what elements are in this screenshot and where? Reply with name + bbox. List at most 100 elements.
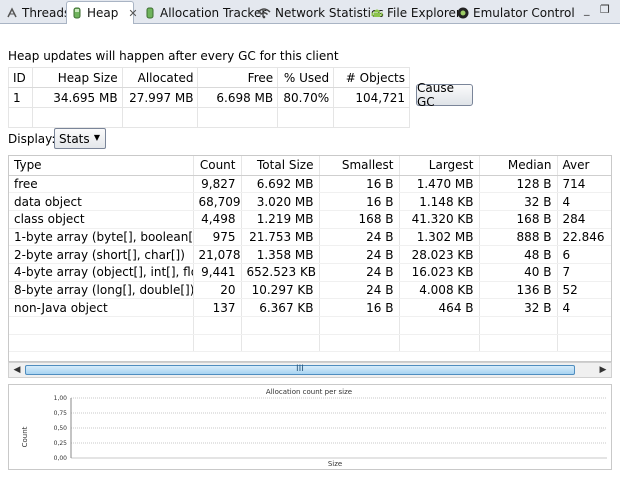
- android-icon: [371, 7, 383, 19]
- tab-bar: Threads Heap ✕ Allocation Tracker Networ…: [0, 0, 620, 24]
- table-row[interactable]: 2-byte array (short[], char[]) 21,078 1.35…: [9, 245, 611, 264]
- col-allocated[interactable]: Allocated: [121, 67, 199, 88]
- col-count[interactable]: Count: [193, 156, 242, 176]
- tab-label: Emulator Control: [473, 6, 575, 20]
- scroll-right-icon[interactable]: ▶: [596, 364, 610, 376]
- cell-average: 4: [557, 192, 611, 211]
- cell-largest: 41.320 KB: [399, 210, 480, 229]
- chart-title: Allocation count per size: [266, 388, 352, 396]
- cell-type: 4-byte array (object[], int[], float[]): [9, 263, 194, 282]
- col-smallest[interactable]: Smallest: [319, 156, 400, 176]
- summary-row[interactable]: 1 34.695 MB 27.997 MB 6.698 MB 80.70% 10…: [8, 87, 410, 108]
- summary-id: 1: [8, 87, 33, 108]
- col-average[interactable]: Aver: [557, 156, 611, 176]
- emulator-icon: [457, 7, 469, 19]
- col-largest[interactable]: Largest: [399, 156, 480, 176]
- y-tick-label: 0,50: [54, 425, 68, 432]
- cell-largest: 1.470 MB: [399, 175, 480, 194]
- cell-largest: 1.302 MB: [399, 228, 480, 247]
- y-tick-label: 0,25: [54, 440, 68, 447]
- cell-type: non-Java object: [9, 298, 194, 317]
- cell-total-size: 6.692 MB: [241, 175, 320, 194]
- summary-heap-size: 34.695 MB: [31, 87, 123, 108]
- cell-median: 136 B: [479, 281, 558, 300]
- cell-smallest: 24 B: [319, 245, 400, 264]
- y-tick-label: 0,00: [54, 455, 68, 462]
- stats-table: Type Count Total Size Smallest Largest M…: [9, 156, 611, 353]
- cell-average: 284: [557, 210, 611, 229]
- tab-emulator-control[interactable]: Emulator Control: [453, 2, 579, 24]
- table-row[interactable]: 4-byte array (object[], int[], float[])9…: [9, 263, 611, 282]
- summary-objects: 104,721: [333, 87, 410, 108]
- cell-median: 48 B: [479, 245, 558, 264]
- cell-average: 52: [557, 281, 611, 300]
- tab-threads[interactable]: Threads: [2, 2, 74, 24]
- cell-largest: 16.023 KB: [399, 263, 480, 282]
- display-label: Display:: [8, 132, 56, 146]
- cell-smallest: 24 B: [319, 228, 400, 247]
- tab-label: File Explorer: [387, 6, 461, 20]
- cell-median: 168 B: [479, 210, 558, 229]
- col-type[interactable]: Type: [9, 156, 194, 176]
- tab-label: Allocation Tracker: [160, 6, 267, 20]
- cell-total-size: 3.020 MB: [241, 192, 320, 211]
- table-row[interactable]: 8-byte array (long[], double[]) 20 10.297 …: [9, 281, 611, 300]
- threads-icon: [6, 7, 18, 19]
- chart-ylabel: Count: [21, 426, 29, 447]
- y-tick-label: 1,00: [54, 395, 68, 402]
- tab-allocation-tracker[interactable]: Allocation Tracker: [140, 2, 270, 24]
- cell-largest: 4.008 KB: [399, 281, 480, 300]
- cell-smallest: 16 B: [319, 192, 400, 211]
- empty-row: [9, 334, 611, 353]
- cell-median: 128 B: [479, 175, 558, 194]
- cause-gc-button[interactable]: Cause GC: [416, 81, 473, 109]
- cell-count: 68,709: [193, 192, 242, 211]
- cell-type: data object: [9, 192, 194, 211]
- cell-count: 9,827: [193, 175, 242, 194]
- chart-grid: 1,00 0,75 0,50 0,25 0,00: [54, 395, 607, 462]
- col-median[interactable]: Median: [479, 156, 558, 176]
- summary-percent-used: 80.70%: [277, 87, 335, 108]
- cell-average: 714: [557, 175, 611, 194]
- tab-label: Threads: [22, 6, 71, 20]
- stats-header-row: Type Count Total Size Smallest Largest M…: [9, 156, 611, 176]
- col-heap-size[interactable]: Heap Size: [31, 67, 123, 88]
- col-percent-used[interactable]: % Used: [277, 67, 335, 88]
- cell-total-size: 6.367 KB: [241, 298, 320, 317]
- minimize-button[interactable]: _: [584, 3, 590, 16]
- summary-free: 6.698 MB: [197, 87, 279, 108]
- table-row[interactable]: data object 68,709 3.020 MB 16 B 1.148 KB 32 …: [9, 192, 611, 211]
- cell-median: 32 B: [479, 192, 558, 211]
- cell-count: 9,441: [193, 263, 242, 282]
- cell-total-size: 652.523 KB: [241, 263, 320, 282]
- col-free[interactable]: Free: [197, 67, 279, 88]
- display-select[interactable]: Stats ▼: [54, 128, 106, 149]
- table-row[interactable]: free 9,827 6.692 MB 16 B 1.470 MB 128 B 714: [9, 175, 611, 194]
- cell-total-size: 21.753 MB: [241, 228, 320, 247]
- close-icon[interactable]: ✕: [128, 7, 137, 20]
- table-row[interactable]: non-Java object 137 6.367 KB 16 B 464 B 32 B4: [9, 298, 611, 317]
- scrollbar-thumb[interactable]: III: [25, 364, 575, 375]
- allocation-icon: [144, 7, 156, 19]
- stats-table-container: Type Count Total Size Smallest Largest M…: [8, 155, 612, 362]
- cell-total-size: 1.219 MB: [241, 210, 320, 229]
- cell-smallest: 168 B: [319, 210, 400, 229]
- restore-button[interactable]: ❐: [600, 3, 610, 16]
- horizontal-scrollbar[interactable]: ◀ III ▶: [8, 362, 612, 378]
- tab-file-explorer[interactable]: File Explorer: [367, 2, 465, 24]
- chart-svg: Allocation count per size Count Size 1,0…: [21, 388, 607, 468]
- cell-type: free: [9, 175, 194, 194]
- cell-count: 975: [193, 228, 242, 247]
- cell-smallest: 24 B: [319, 281, 400, 300]
- col-id[interactable]: ID: [8, 67, 33, 88]
- col-total-size[interactable]: Total Size: [241, 156, 320, 176]
- table-row[interactable]: 1-byte array (byte[], boolean[]) 975 21.75…: [9, 228, 611, 247]
- col-objects[interactable]: # Objects: [333, 67, 410, 88]
- cell-smallest: 16 B: [319, 175, 400, 194]
- table-row[interactable]: class object 4,498 1.219 MB 168 B 41.320 KB 1…: [9, 210, 611, 229]
- summary-allocated: 27.997 MB: [121, 87, 199, 108]
- tab-heap[interactable]: Heap ✕: [66, 1, 138, 24]
- cell-count: 4,498: [193, 210, 242, 229]
- scroll-left-icon[interactable]: ◀: [10, 364, 24, 376]
- heap-icon: [71, 7, 83, 19]
